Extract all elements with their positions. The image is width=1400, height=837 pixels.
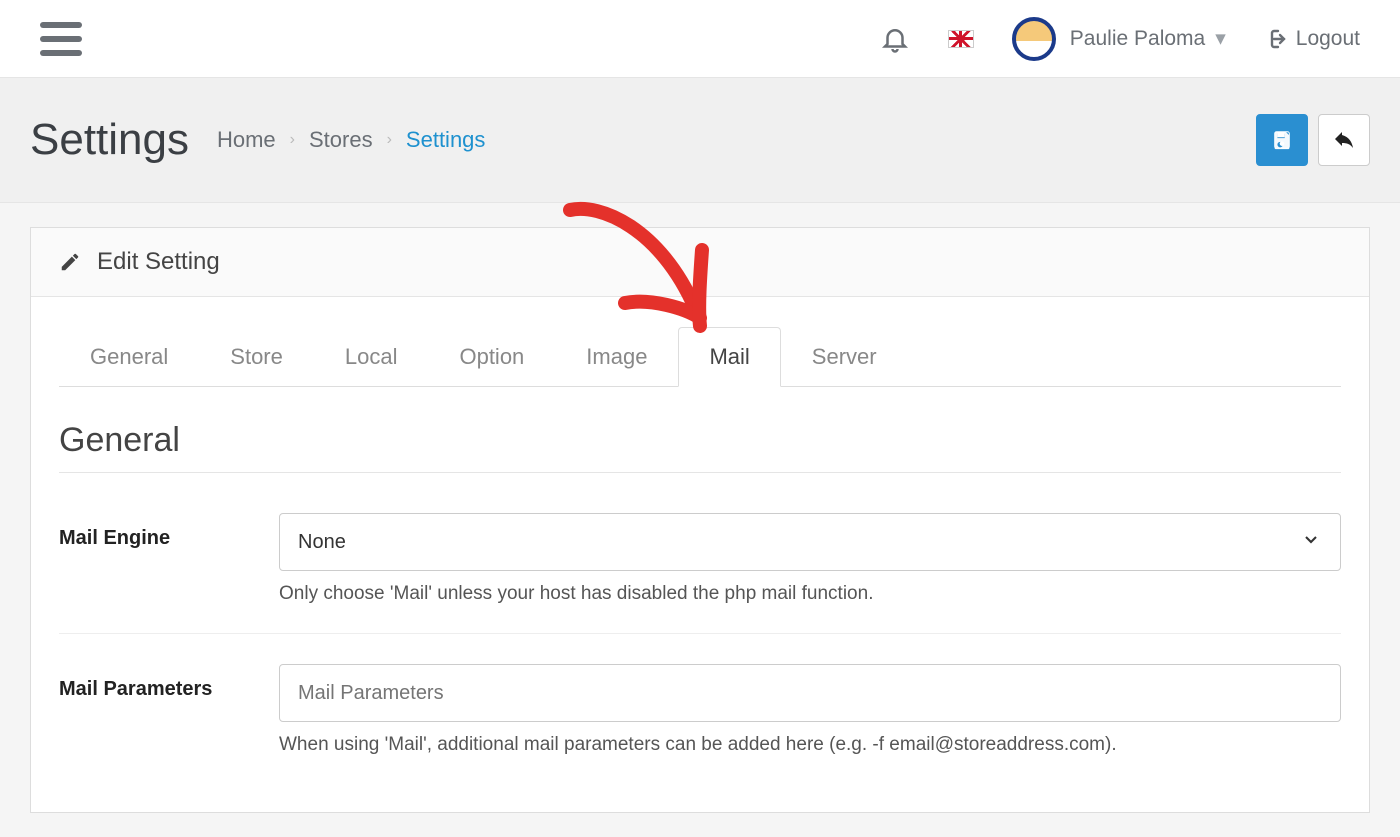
tab-option[interactable]: Option: [428, 327, 555, 387]
tab-store[interactable]: Store: [199, 327, 314, 387]
chevron-right-icon: ›: [290, 131, 295, 149]
back-button[interactable]: [1318, 114, 1370, 166]
pencil-icon: [59, 251, 81, 273]
mail-engine-select[interactable]: None: [279, 513, 1341, 571]
tab-general[interactable]: General: [59, 327, 199, 387]
chevron-right-icon: ›: [387, 131, 392, 149]
tab-server[interactable]: Server: [781, 327, 908, 387]
help-mail-engine: Only choose 'Mail' unless your host has …: [279, 583, 1341, 605]
settings-panel: Edit Setting General Store Local Option …: [30, 227, 1370, 813]
page-header: Settings Home › Stores › Settings: [0, 78, 1400, 203]
breadcrumb: Home › Stores › Settings: [217, 127, 485, 153]
caret-down-icon: ▾: [1215, 26, 1226, 51]
avatar: [1012, 17, 1056, 61]
panel-heading-text: Edit Setting: [97, 248, 220, 276]
save-icon: [1271, 129, 1293, 151]
tab-mail[interactable]: Mail: [678, 327, 780, 387]
panel-heading: Edit Setting: [31, 228, 1369, 297]
settings-tabs: General Store Local Option Image Mail Se…: [59, 327, 1341, 387]
breadcrumb-stores[interactable]: Stores: [309, 127, 373, 153]
notifications-button[interactable]: [880, 24, 910, 54]
page-title: Settings: [30, 115, 189, 165]
breadcrumb-home[interactable]: Home: [217, 127, 276, 153]
save-button[interactable]: [1256, 114, 1308, 166]
row-mail-parameters: Mail Parameters When using 'Mail', addit…: [59, 652, 1341, 784]
tab-image[interactable]: Image: [555, 327, 678, 387]
mail-parameters-input[interactable]: [279, 664, 1341, 722]
label-mail-engine: Mail Engine: [59, 513, 279, 605]
label-mail-parameters: Mail Parameters: [59, 664, 279, 756]
user-name: Paulie Paloma: [1070, 27, 1205, 51]
reply-icon: [1332, 128, 1356, 152]
logout-button[interactable]: Logout: [1264, 27, 1360, 51]
language-flag-button[interactable]: [948, 30, 974, 48]
logout-label: Logout: [1296, 27, 1360, 51]
tab-local[interactable]: Local: [314, 327, 429, 387]
top-bar: Paulie Paloma ▾ Logout: [0, 0, 1400, 78]
menu-toggle-button[interactable]: [40, 22, 82, 56]
breadcrumb-settings[interactable]: Settings: [406, 127, 486, 153]
help-mail-parameters: When using 'Mail', additional mail param…: [279, 734, 1341, 756]
uk-flag-icon: [948, 30, 974, 48]
row-mail-engine: Mail Engine None Only choose 'Mail' unle…: [59, 501, 1341, 634]
section-title: General: [59, 421, 1341, 473]
user-menu-button[interactable]: Paulie Paloma ▾: [1012, 17, 1226, 61]
